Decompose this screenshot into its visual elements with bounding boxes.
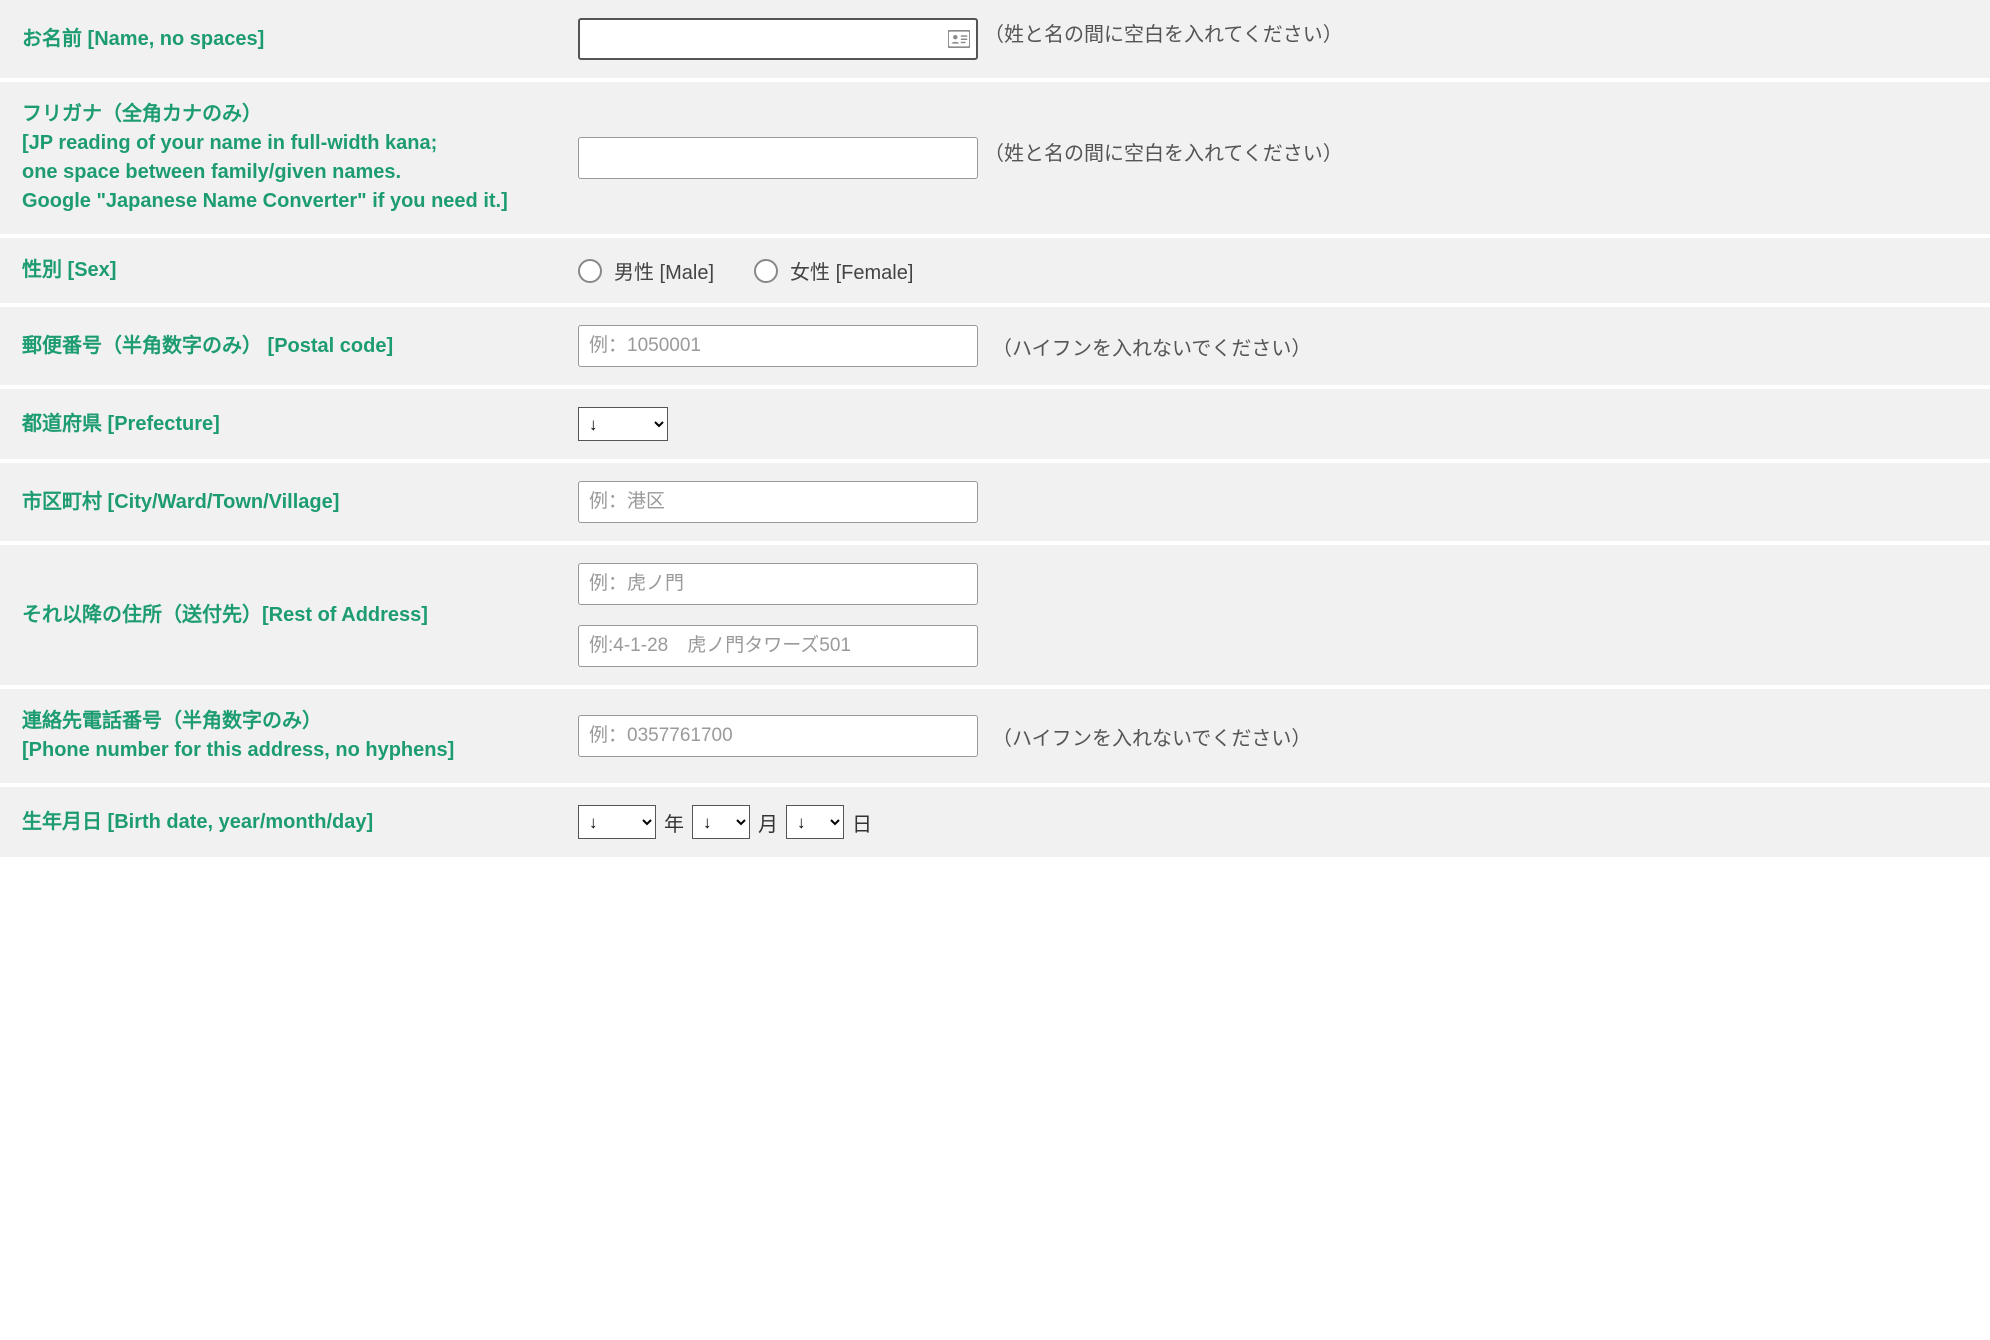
phone-input[interactable]	[578, 715, 978, 757]
furigana-hint: （姓と名の間に空白を入れてください）	[984, 137, 1343, 166]
value-address	[560, 545, 1990, 685]
value-dob: ↓ 年 ↓ 月 ↓ 日	[560, 787, 1990, 857]
value-prefecture: ↓	[560, 389, 1990, 459]
dob-day-select[interactable]: ↓	[786, 805, 844, 839]
row-sex: 性別 [Sex] 男性 [Male] 女性 [Female]	[0, 238, 1990, 307]
name-hint: （姓と名の間に空白を入れてください）	[984, 18, 1343, 47]
radio-female-label: 女性 [Female]	[790, 256, 913, 285]
id-card-icon	[948, 30, 970, 48]
row-dob: 生年月日 [Birth date, year/month/day] ↓ 年 ↓ …	[0, 787, 1990, 861]
row-postal: 郵便番号（半角数字のみ） [Postal code] （ハイフンを入れないでくだ…	[0, 307, 1990, 389]
label-prefecture-text: 都道府県 [Prefecture]	[22, 410, 538, 439]
label-phone-l1: 連絡先電話番号（半角数字のみ）	[22, 710, 322, 732]
label-furigana-l1: フリガナ（全角カナのみ）	[22, 103, 262, 125]
address-line1-input[interactable]	[578, 563, 978, 605]
radio-male[interactable]: 男性 [Male]	[578, 256, 714, 285]
prefecture-select[interactable]: ↓	[578, 407, 668, 441]
furigana-input[interactable]	[578, 137, 978, 179]
label-city: 市区町村 [City/Ward/Town/Village]	[0, 463, 560, 541]
phone-hint: （ハイフンを入れないでください）	[992, 722, 1311, 751]
address-line2-input[interactable]	[578, 625, 978, 667]
value-postal: （ハイフンを入れないでください）	[560, 307, 1990, 385]
label-name-text: お名前 [Name, no spaces]	[22, 25, 538, 54]
label-furigana: フリガナ（全角カナのみ） [JP reading of your name in…	[0, 82, 560, 234]
label-dob-text: 生年月日 [Birth date, year/month/day]	[22, 808, 538, 837]
value-city	[560, 463, 1990, 541]
radio-male-label: 男性 [Male]	[614, 256, 714, 285]
label-phone: 連絡先電話番号（半角数字のみ） [Phone number for this a…	[0, 689, 560, 783]
name-input[interactable]	[578, 18, 978, 60]
label-name: お名前 [Name, no spaces]	[0, 0, 560, 78]
label-prefecture: 都道府県 [Prefecture]	[0, 389, 560, 459]
label-phone-l2: [Phone number for this address, no hyphe…	[22, 739, 454, 761]
label-city-text: 市区町村 [City/Ward/Town/Village]	[22, 488, 538, 517]
value-phone: （ハイフンを入れないでください）	[560, 689, 1990, 783]
label-address-text: それ以降の住所（送付先）[Rest of Address]	[22, 601, 538, 630]
value-sex: 男性 [Male] 女性 [Female]	[560, 238, 1990, 303]
label-address: それ以降の住所（送付先）[Rest of Address]	[0, 545, 560, 685]
dob-year-unit: 年	[664, 808, 684, 837]
city-input[interactable]	[578, 481, 978, 523]
dob-month-unit: 月	[758, 808, 778, 837]
label-dob: 生年月日 [Birth date, year/month/day]	[0, 787, 560, 857]
sex-radio-group: 男性 [Male] 女性 [Female]	[578, 256, 913, 285]
label-sex: 性別 [Sex]	[0, 238, 560, 303]
radio-female[interactable]: 女性 [Female]	[754, 256, 913, 285]
radio-circle-icon	[754, 259, 778, 283]
label-furigana-l4: Google "Japanese Name Converter" if you …	[22, 190, 508, 212]
value-name: （姓と名の間に空白を入れてください）	[560, 0, 1990, 78]
row-address: それ以降の住所（送付先）[Rest of Address]	[0, 545, 1990, 689]
label-postal-text: 郵便番号（半角数字のみ） [Postal code]	[22, 332, 538, 361]
name-input-wrap	[578, 18, 978, 60]
row-furigana: フリガナ（全角カナのみ） [JP reading of your name in…	[0, 82, 1990, 238]
registration-form: お名前 [Name, no spaces] （姓と名の間に空白を入れてください）	[0, 0, 1990, 861]
row-phone: 連絡先電話番号（半角数字のみ） [Phone number for this a…	[0, 689, 1990, 787]
dob-year-select[interactable]: ↓	[578, 805, 656, 839]
postal-input[interactable]	[578, 325, 978, 367]
label-sex-text: 性別 [Sex]	[22, 256, 538, 285]
row-name: お名前 [Name, no spaces] （姓と名の間に空白を入れてください）	[0, 0, 1990, 82]
radio-circle-icon	[578, 259, 602, 283]
value-furigana: （姓と名の間に空白を入れてください）	[560, 82, 1990, 234]
row-prefecture: 都道府県 [Prefecture] ↓	[0, 389, 1990, 463]
dob-selects: ↓ 年 ↓ 月 ↓ 日	[578, 805, 872, 839]
label-furigana-l3: one space between family/given names.	[22, 161, 401, 183]
label-furigana-l2: [JP reading of your name in full-width k…	[22, 132, 437, 154]
dob-month-select[interactable]: ↓	[692, 805, 750, 839]
row-city: 市区町村 [City/Ward/Town/Village]	[0, 463, 1990, 545]
dob-day-unit: 日	[852, 808, 872, 837]
postal-hint: （ハイフンを入れないでください）	[992, 332, 1311, 361]
label-postal: 郵便番号（半角数字のみ） [Postal code]	[0, 307, 560, 385]
